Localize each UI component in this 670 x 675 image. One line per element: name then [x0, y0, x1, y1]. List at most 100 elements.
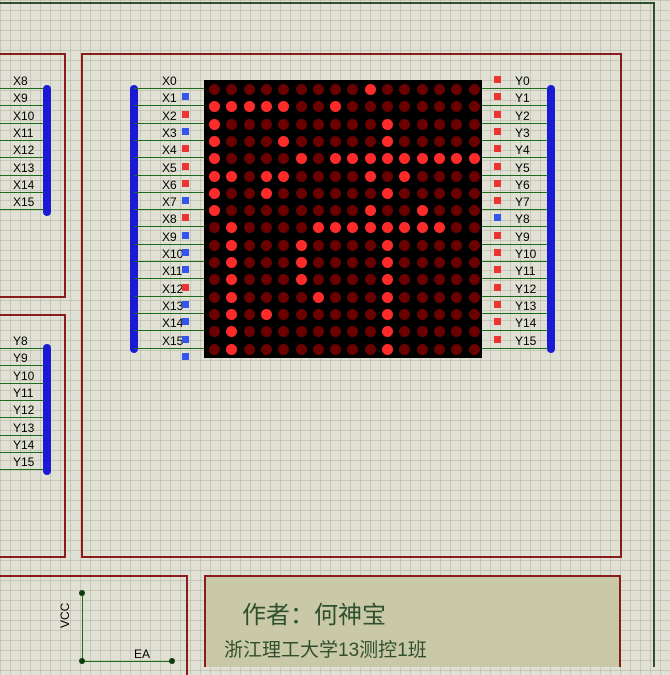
y-label: Y0	[515, 74, 530, 88]
led-on	[226, 308, 238, 320]
x-wire	[134, 209, 204, 211]
x-pin-indicator	[182, 283, 189, 291]
led-off	[260, 257, 272, 268]
led-off	[451, 135, 463, 147]
author-note: 作者：何神宝 浙江理工大学13测控1班	[204, 575, 621, 667]
led-on	[364, 222, 376, 234]
led-on	[209, 118, 220, 130]
led-off	[451, 118, 463, 130]
y-wire	[482, 88, 548, 89]
x-label: X7	[162, 195, 177, 210]
x-label: X5	[162, 160, 177, 175]
left_top-label: X10	[13, 108, 35, 123]
led-on	[295, 274, 307, 286]
x-label: X3	[162, 125, 177, 140]
led-on	[451, 153, 463, 165]
led-off	[399, 187, 411, 199]
led-off	[295, 222, 307, 234]
led-off	[468, 101, 480, 113]
y-pin-indicator	[494, 214, 501, 222]
led-off	[347, 239, 359, 251]
y-pin-indicator	[494, 145, 501, 153]
x-wire	[134, 105, 204, 107]
led-off	[330, 274, 342, 286]
led-off	[243, 222, 255, 234]
led-on	[209, 205, 220, 217]
led-matrix-16x16	[204, 80, 482, 358]
led-on	[226, 239, 238, 251]
led-off	[451, 84, 463, 95]
led-off	[312, 153, 324, 165]
led-on	[209, 101, 220, 113]
x-label: X14	[162, 316, 184, 331]
x-pin-indicator	[182, 266, 189, 274]
led-off	[451, 274, 463, 286]
led-off	[364, 239, 376, 251]
led-on	[382, 187, 393, 199]
left_bottom-label: Y13	[13, 420, 35, 435]
led-off	[399, 205, 411, 217]
x-wire	[134, 347, 204, 349]
led-on	[295, 257, 307, 268]
led-off	[399, 257, 411, 268]
led-on	[278, 135, 290, 147]
led-off	[243, 118, 255, 130]
led-on	[295, 239, 307, 251]
led-off	[468, 326, 480, 338]
x-label: X1	[162, 91, 177, 106]
y-label: Y12	[515, 281, 537, 296]
led-on	[433, 222, 445, 234]
ea-wire	[82, 661, 172, 662]
led-off	[433, 308, 445, 320]
led-on	[382, 291, 393, 303]
led-on	[382, 257, 393, 268]
y-pin-indicator	[494, 179, 501, 187]
led-off	[330, 291, 342, 303]
led-on	[382, 222, 393, 234]
x-pin-indicator	[182, 318, 189, 326]
led-off	[243, 153, 255, 165]
led-on	[416, 153, 428, 165]
led-off	[468, 205, 480, 217]
x-wire	[134, 122, 204, 124]
led-on	[382, 239, 393, 251]
led-off	[330, 84, 342, 95]
led-off	[433, 84, 445, 95]
led-off	[295, 308, 307, 320]
led-off	[312, 274, 324, 286]
led-off	[416, 135, 428, 147]
led-off	[312, 239, 324, 251]
led-off	[278, 153, 290, 165]
led-on	[312, 222, 324, 234]
led-off	[243, 326, 255, 338]
led-off	[278, 291, 290, 303]
led-off	[468, 170, 480, 182]
led-on	[260, 187, 272, 199]
led-off	[468, 274, 480, 286]
led-off	[209, 239, 220, 251]
led-off	[364, 118, 376, 130]
x-wire	[134, 191, 204, 193]
led-off	[468, 239, 480, 251]
led-off	[278, 343, 290, 355]
y-label: Y8	[515, 212, 530, 227]
led-off	[399, 135, 411, 147]
bottom-left-module	[0, 575, 188, 675]
y-label: Y9	[515, 229, 530, 244]
y-bus	[547, 85, 555, 353]
led-off	[451, 326, 463, 338]
led-off	[451, 257, 463, 268]
led-off	[312, 343, 324, 355]
y-wire	[482, 261, 548, 262]
left_top-wire	[0, 174, 44, 176]
left-top-bus	[43, 85, 51, 216]
left_top-wire	[0, 139, 44, 141]
left_bottom-wire	[0, 382, 44, 384]
led-off	[260, 205, 272, 217]
left_bottom-wire	[0, 417, 44, 419]
led-off	[347, 291, 359, 303]
led-on	[209, 170, 220, 182]
led-off	[433, 274, 445, 286]
led-off	[312, 101, 324, 113]
led-off	[416, 187, 428, 199]
